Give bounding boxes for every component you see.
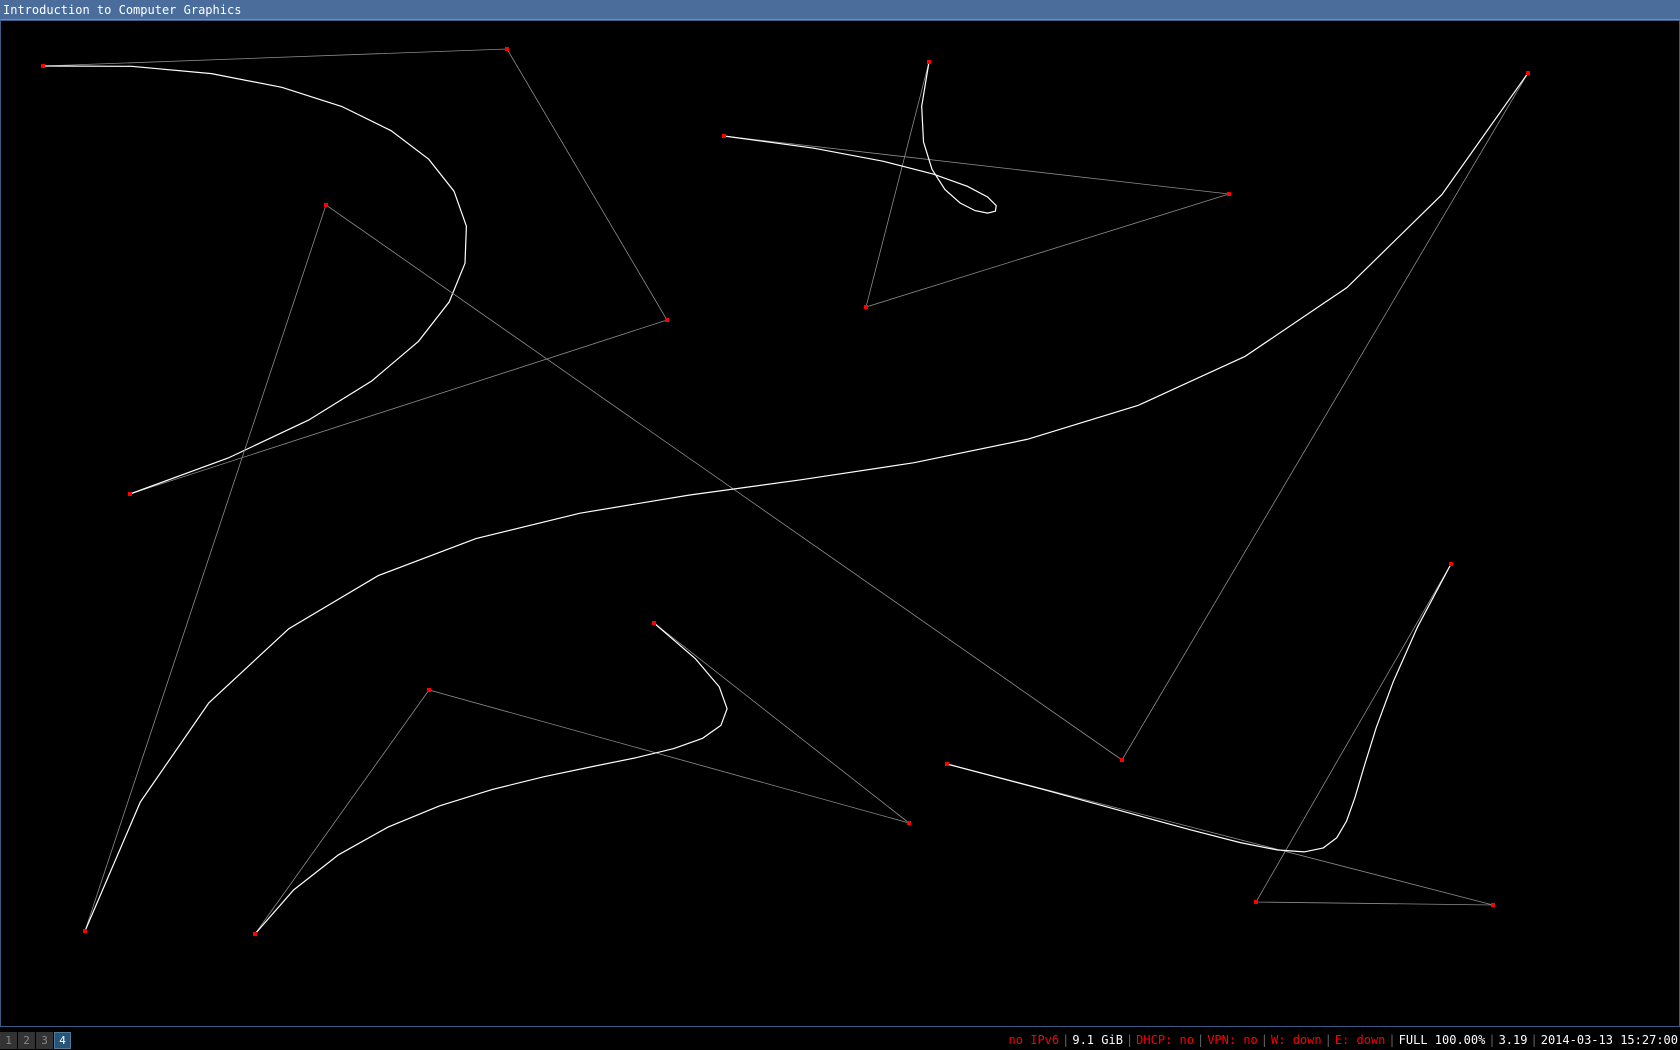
status-separator: | [1125,1033,1134,1047]
workspace-button-2[interactable]: 2 [18,1032,35,1049]
ipv6-status: no IPv6 [1008,1033,1060,1047]
control-point[interactable] [945,762,949,766]
ethernet-status: E: down [1334,1033,1386,1047]
control-point[interactable] [907,821,911,825]
control-point[interactable] [128,492,132,496]
status-bar: 1 2 3 4 no IPv6 | 9.1 GiB | DHCP: no | V… [0,1030,1680,1050]
control-point[interactable] [1120,758,1124,762]
status-separator: | [1488,1033,1496,1047]
drawing-canvas[interactable] [0,20,1680,1027]
status-separator: | [1530,1033,1538,1047]
bezier-curve [723,61,997,214]
bezier-scene [41,47,1530,936]
control-point[interactable] [505,47,509,51]
status-separator: | [1388,1033,1396,1047]
battery-status: FULL 100.00% [1398,1033,1486,1047]
control-point[interactable] [927,60,931,64]
bezier-curve [84,72,1529,932]
control-point[interactable] [1526,71,1530,75]
wireless-status: W: down [1271,1033,1322,1047]
status-separator: | [1324,1033,1332,1047]
workspace-button-3[interactable]: 3 [36,1032,53,1049]
control-polygon [946,563,1494,906]
control-point[interactable] [253,932,257,936]
bezier-curve [254,622,728,935]
status-separator: | [1062,1033,1070,1047]
workspace-switcher: 1 2 3 4 [0,1032,72,1049]
control-point[interactable] [864,305,868,309]
control-point[interactable] [665,318,669,322]
status-separator: | [1196,1033,1205,1047]
status-items: no IPv6 | 9.1 GiB | DHCP: no | VPN: no |… [1009,1033,1678,1048]
control-point[interactable] [427,688,431,692]
load-status: 3.19 [1498,1033,1528,1047]
dhcp-status: DHCP: no [1136,1033,1194,1047]
control-point[interactable] [1254,900,1258,904]
control-point[interactable] [1449,562,1453,566]
workspace-button-1[interactable]: 1 [0,1032,17,1049]
status-separator: | [1260,1033,1269,1047]
control-point[interactable] [324,203,328,207]
datetime-status: 2014-03-13 15:27:00 [1540,1033,1678,1047]
control-point[interactable] [1227,192,1231,196]
vpn-status: VPN: no [1207,1033,1258,1047]
control-polygon [84,72,1529,932]
control-point[interactable] [1491,903,1495,907]
bezier-curve [946,563,1452,853]
bezier-curve [42,65,468,495]
control-polygon [42,48,668,495]
control-point[interactable] [41,64,45,68]
control-point[interactable] [83,929,87,933]
control-polygon [723,61,1230,308]
control-polygon [254,622,910,935]
control-point[interactable] [722,134,726,138]
disk-status: 9.1 GiB [1072,1033,1123,1047]
control-point[interactable] [652,621,656,625]
workspace-button-4[interactable]: 4 [54,1032,71,1049]
